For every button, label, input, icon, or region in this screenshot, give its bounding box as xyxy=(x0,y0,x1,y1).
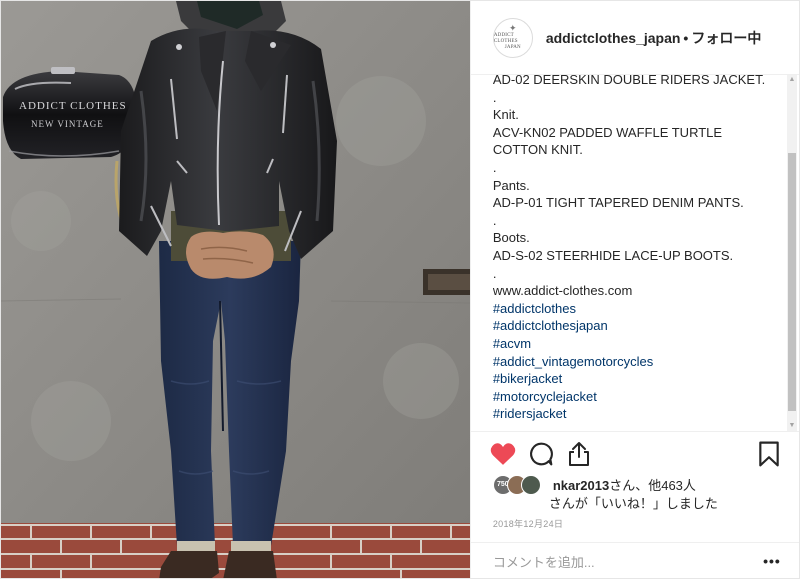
hashtag-link[interactable]: #addict_vintagemotorcycles xyxy=(493,353,783,371)
caption-separator-dot: . xyxy=(492,159,497,175)
comment-input[interactable] xyxy=(492,552,753,572)
header-separator: • xyxy=(683,29,689,46)
scrollbar-thumb[interactable] xyxy=(788,153,796,411)
caption-line: AD-S-02 STEERHIDE LACE-UP BOOTS. xyxy=(492,247,734,263)
more-options-icon[interactable]: ••• xyxy=(763,553,781,569)
avatar-logo-line2: JAPAN xyxy=(504,45,521,50)
hashtag-link[interactable]: #addictclothes xyxy=(493,300,783,318)
caption-text: AD-02 DEERSKIN DOUBLE RIDERS JACKET.. Kni… xyxy=(493,75,783,423)
save-button[interactable] xyxy=(755,440,783,468)
avatar-logo-mark: ✦ xyxy=(508,23,517,33)
username-link[interactable]: addictclothes_japan xyxy=(546,30,681,46)
post-header: ✦ ADDICT CLOTHES JAPAN addictclothes_jap… xyxy=(470,1,799,75)
hashtag-link[interactable]: #acvm xyxy=(493,335,783,353)
comment-section: ••• xyxy=(470,542,799,578)
header-user-line: addictclothes_japan • フォロー中 xyxy=(546,28,762,48)
likes-line-1: nkar2013さん、他463人 xyxy=(553,475,696,494)
caption-line: AD-P-01 TIGHT TAPERED DENIM PANTS. xyxy=(492,195,744,211)
caption-separator-dot: . xyxy=(492,89,497,105)
caption-line: ACV-KN02 PADDED WAFFLE TURTLE xyxy=(492,124,723,140)
liker-avatar[interactable] xyxy=(520,475,541,495)
scroll-down-arrow-icon[interactable]: ▼ xyxy=(787,421,797,431)
likes-count-link[interactable]: さん、他463人 xyxy=(609,478,696,493)
account-avatar[interactable]: ✦ ADDICT CLOTHES JAPAN xyxy=(492,17,533,58)
caption-line[interactable]: www.addict-clothes.com xyxy=(493,282,783,300)
post-side-panel: ✦ ADDICT CLOTHES JAPAN addictclothes_jap… xyxy=(469,1,799,578)
hashtag-link[interactable]: #bikerjacket xyxy=(493,370,783,388)
instagram-post: ADDICT CLOTHES NEW VINTAGE ✦ ADDICT CLOT… xyxy=(0,0,800,579)
heart-icon xyxy=(490,443,516,465)
hashtag-link[interactable]: #ridersjacket xyxy=(493,405,783,423)
caption-separator-dot: . xyxy=(492,265,497,281)
comment-button[interactable] xyxy=(527,440,555,468)
hashtag-link[interactable]: #motorcyclejacket xyxy=(493,388,783,406)
share-button[interactable] xyxy=(565,440,593,468)
post-photo[interactable]: ADDICT CLOTHES NEW VINTAGE xyxy=(1,1,470,578)
caption-line: Knit. xyxy=(492,107,519,123)
comment-bubble-icon xyxy=(529,442,553,466)
caption-line: Boots. xyxy=(492,230,530,246)
tank-lettering: ADDICT CLOTHES xyxy=(19,100,127,112)
photo-illustration: ADDICT CLOTHES NEW VINTAGE xyxy=(1,1,470,578)
scroll-up-arrow-icon[interactable]: ▲ xyxy=(787,75,797,85)
caption-line: AD-02 DEERSKIN DOUBLE RIDERS JACKET. xyxy=(492,75,766,87)
avatar-logo-line1: ADDICT CLOTHES xyxy=(493,33,518,44)
first-liker-link[interactable]: nkar2013 xyxy=(553,478,609,493)
caption-line: COTTON KNIT. xyxy=(492,142,583,158)
share-upload-icon xyxy=(568,442,589,466)
action-bar xyxy=(470,431,799,475)
post-date[interactable]: 2018年12月24日 xyxy=(493,517,563,530)
caption-line: Pants. xyxy=(492,177,530,193)
caption-area: AD-02 DEERSKIN DOUBLE RIDERS JACKET.. Kni… xyxy=(493,75,783,431)
hashtag-link[interactable]: #addictclothesjapan xyxy=(493,317,783,335)
liker-avatars: 750 xyxy=(492,475,549,497)
following-button[interactable]: フォロー中 xyxy=(691,28,761,48)
like-button[interactable] xyxy=(489,440,517,468)
likes-summary: 750 nkar2013さん、他463人 さんが「いいね！」しました xyxy=(492,473,793,513)
caption-scrollbar[interactable]: ▲ ▼ xyxy=(787,75,797,431)
tank-sublettering: NEW VINTAGE xyxy=(31,119,104,129)
likes-line-2: さんが「いいね！」しました xyxy=(548,496,718,511)
bookmark-icon xyxy=(759,441,779,467)
caption-separator-dot: . xyxy=(492,212,497,228)
